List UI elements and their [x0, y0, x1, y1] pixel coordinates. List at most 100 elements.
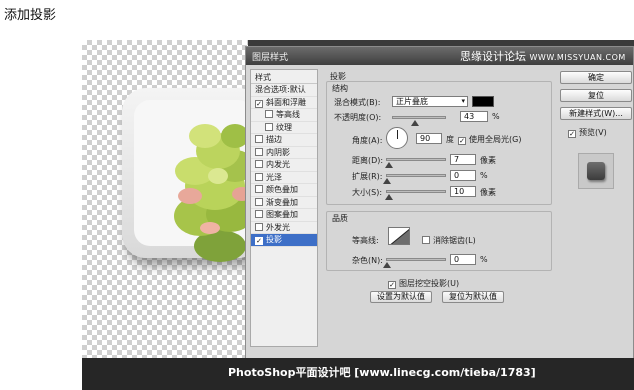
noise-input[interactable]: 0	[450, 254, 476, 265]
style-item-label: 投影	[266, 235, 282, 244]
style-item[interactable]: 外发光	[251, 222, 317, 234]
angle-label: 角度(A):	[352, 136, 383, 145]
noise-slider[interactable]	[383, 258, 446, 268]
style-item[interactable]: 内阴影	[251, 147, 317, 159]
antialias-checkbox[interactable]: 消除锯齿(L)	[422, 235, 476, 246]
layer-style-dialog: 图层样式 思缘设计论坛 WWW.MISSYUAN.COM 样式 混合选项:默认 ✓…	[245, 46, 634, 386]
angle-dial[interactable]	[386, 127, 408, 149]
style-item-checkbox[interactable]: ✓	[255, 99, 263, 108]
dialog-title: 图层样式	[252, 53, 289, 63]
angle-dial-needle	[397, 130, 398, 139]
noise-unit: %	[480, 255, 488, 264]
global-light-label: 使用全局光(G)	[469, 135, 522, 144]
style-item-checkbox[interactable]: ✓	[255, 237, 263, 245]
size-label: 大小(S):	[352, 188, 383, 197]
opacity-slider-thumb[interactable]	[411, 120, 420, 126]
shadow-color-swatch[interactable]	[472, 96, 494, 107]
preview-label: 预览(V)	[579, 128, 607, 137]
preview-checkbox[interactable]: ✓ 预览(V)	[568, 127, 607, 138]
distance-input[interactable]: 7	[450, 154, 476, 165]
new-style-button[interactable]: 新建样式(W)...	[560, 107, 632, 120]
style-item-checkbox[interactable]	[255, 222, 263, 231]
ok-button[interactable]: 确定	[560, 71, 632, 84]
contour-picker[interactable]	[388, 227, 410, 245]
style-item-label: 渐变叠加	[266, 197, 298, 207]
antialias-check-box[interactable]	[422, 236, 430, 244]
size-unit: 像素	[480, 188, 496, 197]
style-item-label: 描边	[266, 135, 282, 144]
spread-slider[interactable]	[383, 174, 446, 184]
style-item[interactable]: ✓ 斜面和浮雕	[251, 97, 317, 109]
global-light-checkbox[interactable]: ✓ 使用全局光(G)	[458, 134, 521, 145]
distance-label: 距离(D):	[352, 156, 384, 165]
screenshot: 图层样式 思缘设计论坛 WWW.MISSYUAN.COM 样式 混合选项:默认 ✓…	[82, 40, 634, 390]
style-item-label: 混合选项:默认	[255, 85, 306, 94]
watermark-bottom: PhotoShop平面设计吧 [www.linecg.com/tieba/178…	[228, 366, 536, 379]
opacity-slider[interactable]	[392, 116, 446, 126]
style-item[interactable]: 等高线	[251, 109, 317, 122]
noise-slider-thumb[interactable]	[383, 262, 391, 268]
global-light-check-box[interactable]: ✓	[458, 137, 466, 145]
style-item[interactable]: 纹理	[251, 122, 317, 134]
preview-check-box[interactable]: ✓	[568, 130, 576, 138]
watermark-top-text: 思缘设计论坛	[460, 50, 526, 63]
style-item[interactable]: 描边	[251, 134, 317, 147]
distance-unit: 像素	[480, 156, 496, 165]
page-heading: 添加投影	[4, 8, 57, 23]
distance-slider[interactable]	[385, 158, 446, 168]
style-item-checkbox[interactable]	[255, 147, 263, 156]
antialias-label: 消除锯齿(L)	[433, 236, 476, 245]
opacity-input[interactable]: 43	[460, 111, 488, 122]
style-item-label: 等高线	[276, 110, 300, 119]
opacity-unit: %	[492, 112, 500, 121]
dialog-titlebar: 图层样式 思缘设计论坛 WWW.MISSYUAN.COM	[246, 47, 633, 65]
size-slider-thumb[interactable]	[385, 194, 393, 200]
style-preview-swatch	[587, 162, 605, 180]
style-item-label: 光泽	[266, 172, 282, 182]
style-item-checkbox[interactable]	[255, 160, 263, 168]
style-item[interactable]: 颜色叠加	[251, 184, 317, 197]
style-item[interactable]: 图案叠加	[251, 209, 317, 222]
bottom-watermark-bar: PhotoShop平面设计吧 [www.linecg.com/tieba/178…	[82, 358, 634, 390]
style-item-checkbox[interactable]	[265, 122, 273, 131]
style-item-checkbox[interactable]	[255, 172, 263, 181]
knockout-checkbox[interactable]: ✓ 图层挖空投影(U)	[388, 278, 459, 289]
watermark-top: 思缘设计论坛 WWW.MISSYUAN.COM	[460, 48, 626, 64]
style-item-label: 纹理	[276, 122, 292, 132]
style-item-checkbox[interactable]	[265, 110, 273, 118]
size-input[interactable]: 10	[450, 186, 476, 197]
contour-label: 等高线:	[352, 236, 379, 245]
spread-slider-thumb[interactable]	[383, 178, 391, 184]
opacity-label: 不透明度(O):	[334, 113, 382, 122]
blend-mode-label: 混合模式(B):	[334, 98, 381, 107]
watermark-top-url: WWW.MISSYUAN.COM	[529, 53, 626, 62]
style-item-label: 颜色叠加	[266, 185, 298, 194]
style-item[interactable]: 混合选项:默认	[251, 84, 317, 97]
style-item-checkbox[interactable]	[255, 135, 263, 143]
style-item-label: 内阴影	[266, 147, 290, 157]
knockout-check-box[interactable]: ✓	[388, 281, 396, 289]
style-item-checkbox[interactable]	[255, 185, 263, 193]
style-item-checkbox[interactable]	[255, 210, 263, 218]
style-item[interactable]: 光泽	[251, 172, 317, 184]
spread-input[interactable]: 0	[450, 170, 476, 181]
contour-curve	[390, 228, 409, 244]
angle-input[interactable]: 90	[416, 133, 442, 144]
angle-unit: 度	[446, 135, 454, 144]
size-slider[interactable]	[385, 190, 446, 200]
style-item-label: 外发光	[266, 222, 290, 232]
style-item[interactable]: 内发光	[251, 159, 317, 172]
style-preview	[578, 153, 614, 189]
reset-button[interactable]: 复位	[560, 89, 632, 102]
blend-mode-select[interactable]: 正片叠底	[392, 96, 468, 107]
style-item[interactable]: ✓ 投影	[251, 234, 317, 247]
reset-default-button[interactable]: 复位为默认值	[442, 291, 504, 303]
style-item-label: 图案叠加	[266, 210, 298, 219]
style-item-label: 斜面和浮雕	[266, 97, 306, 107]
distance-slider-thumb[interactable]	[385, 162, 393, 168]
make-default-button[interactable]: 设置为默认值	[370, 291, 432, 303]
style-item-checkbox[interactable]	[255, 197, 263, 206]
style-item[interactable]: 渐变叠加	[251, 197, 317, 209]
styles-list: 样式 混合选项:默认 ✓ 斜面和浮雕 等高线 纹理 描边 内阴影 内发光 光泽 颜色叠加 渐变叠加图…	[250, 69, 318, 347]
quality-title: 品质	[332, 214, 348, 223]
